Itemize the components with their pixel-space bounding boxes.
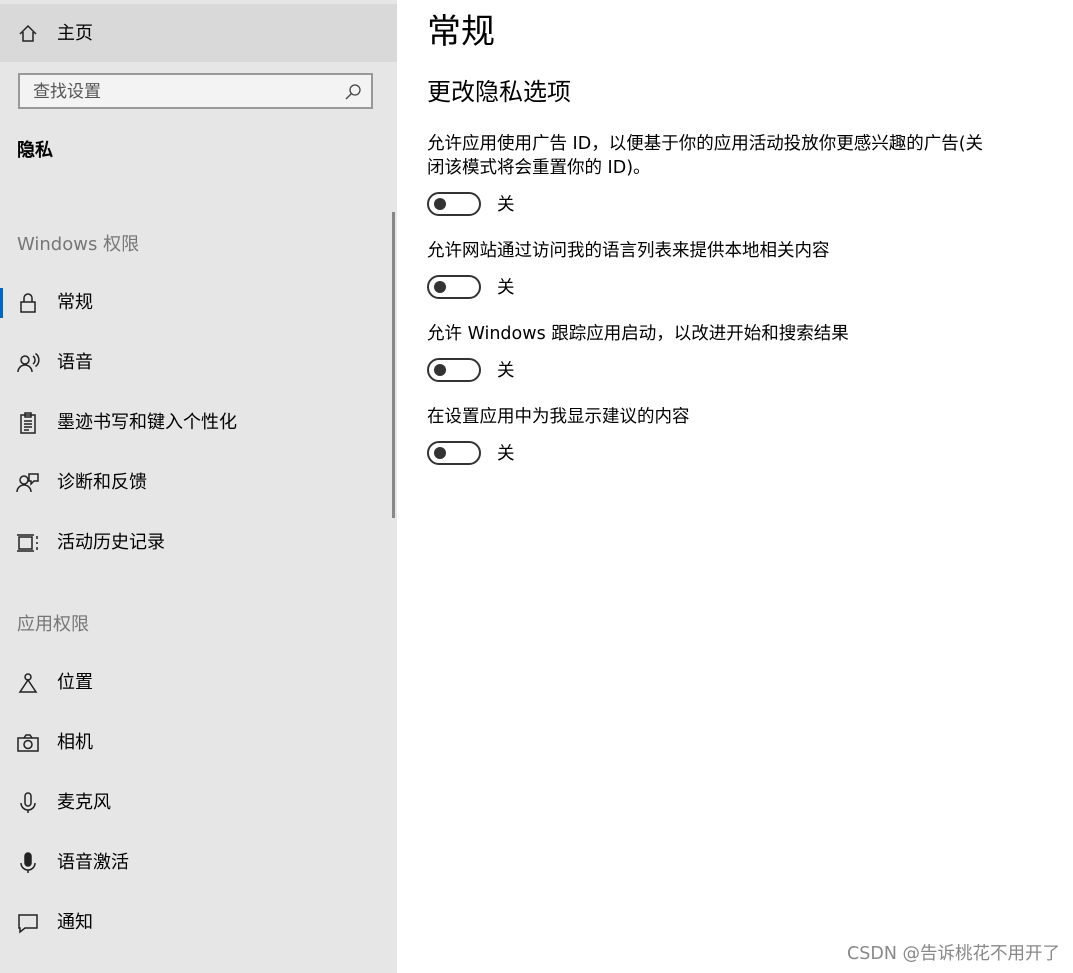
windows-permissions-heading: Windows 权限 <box>17 234 140 255</box>
app-launch-tracking-state: 关 <box>497 361 515 381</box>
camera-icon <box>16 731 40 755</box>
search-icon[interactable] <box>344 83 362 101</box>
clipboard-icon <box>16 411 40 435</box>
privacy-section-title: 隐私 <box>17 140 53 161</box>
advertising-id-state: 关 <box>497 195 515 215</box>
sidebar-item-label: 相机 <box>57 732 93 753</box>
sidebar-item-label: 语音 <box>57 352 93 373</box>
watermark: CSDN @告诉桃花不用开了 <box>847 944 1060 964</box>
language-list-state: 关 <box>497 278 515 298</box>
language-list-toggle[interactable] <box>427 275 481 299</box>
timeline-icon <box>16 531 40 555</box>
sidebar-item-label: 墨迹书写和键入个性化 <box>57 412 237 433</box>
language-list-description: 允许网站通过访问我的语言列表来提供本地相关内容 <box>427 241 830 261</box>
sidebar-item-inking-typing[interactable]: 墨迹书写和键入个性化 <box>0 401 390 445</box>
microphone-icon <box>16 791 40 815</box>
home-nav-item[interactable]: 主页 <box>0 4 397 62</box>
suggested-content-description: 在设置应用中为我显示建议的内容 <box>427 407 690 427</box>
voice-activation-icon <box>16 851 40 875</box>
feedback-icon <box>16 471 40 495</box>
toggle-knob <box>434 364 446 376</box>
toggle-knob <box>434 447 446 459</box>
sidebar-item-location[interactable]: 位置 <box>0 661 390 705</box>
sidebar-item-label: 活动历史记录 <box>57 532 165 553</box>
sidebar-item-camera[interactable]: 相机 <box>0 721 390 765</box>
home-label: 主页 <box>57 23 93 44</box>
sidebar-item-speech[interactable]: 语音 <box>0 341 390 385</box>
speech-icon <box>16 351 40 375</box>
notification-icon <box>16 911 40 935</box>
section-subtitle: 更改隐私选项 <box>427 78 571 106</box>
advertising-id-toggle[interactable] <box>427 192 481 216</box>
page-title: 常规 <box>427 12 495 52</box>
sidebar-item-label: 位置 <box>57 672 93 693</box>
sidebar-item-notifications[interactable]: 通知 <box>0 901 390 945</box>
home-icon <box>17 23 39 45</box>
lock-icon <box>16 291 40 315</box>
main-content: 常规 更改隐私选项 允许应用使用广告 ID，以便基于你的应用活动投放你更感兴趣的… <box>397 0 1073 973</box>
sidebar: 主页 查找设置 隐私 Windows 权限 常规 语音 墨迹书写和键入个性化 诊… <box>0 0 397 973</box>
suggested-content-state: 关 <box>497 444 515 464</box>
toggle-knob <box>434 198 446 210</box>
sidebar-item-microphone[interactable]: 麦克风 <box>0 781 390 825</box>
toggle-knob <box>434 281 446 293</box>
app-permissions-heading: 应用权限 <box>17 614 89 635</box>
sidebar-item-label: 诊断和反馈 <box>57 472 147 493</box>
sidebar-item-voice-activation[interactable]: 语音激活 <box>0 841 390 885</box>
sidebar-item-activity-history[interactable]: 活动历史记录 <box>0 521 390 565</box>
sidebar-item-general[interactable]: 常规 <box>0 281 390 325</box>
sidebar-item-diagnostics[interactable]: 诊断和反馈 <box>0 461 390 505</box>
app-launch-tracking-toggle[interactable] <box>427 358 481 382</box>
advertising-id-description: 允许应用使用广告 ID，以便基于你的应用活动投放你更感兴趣的广告(关闭该模式将会… <box>427 134 984 178</box>
sidebar-item-label: 麦克风 <box>57 792 111 813</box>
search-box[interactable]: 查找设置 <box>18 73 373 109</box>
suggested-content-toggle[interactable] <box>427 441 481 465</box>
sidebar-scrollbar[interactable] <box>392 212 395 518</box>
active-indicator <box>0 288 3 318</box>
location-icon <box>16 671 40 695</box>
sidebar-item-label: 常规 <box>57 292 93 313</box>
search-placeholder: 查找设置 <box>33 82 101 102</box>
sidebar-item-label: 语音激活 <box>57 852 129 873</box>
sidebar-item-label: 通知 <box>57 912 93 933</box>
app-launch-tracking-description: 允许 Windows 跟踪应用启动，以改进开始和搜索结果 <box>427 324 849 344</box>
